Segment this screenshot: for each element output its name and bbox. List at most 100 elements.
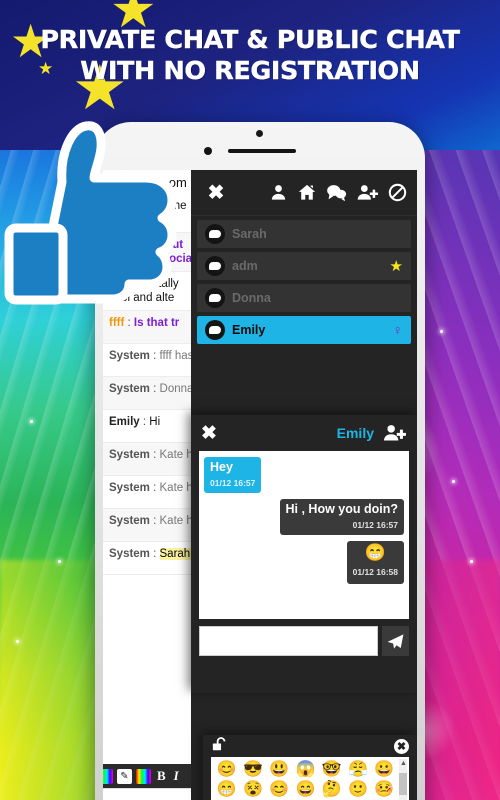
- private-chat-bubble-text: Hey: [210, 460, 233, 474]
- user-avatar-icon: [205, 320, 225, 340]
- home-icon[interactable]: [297, 183, 317, 202]
- private-chat-window: ✖ Emily Hey 01/12 16:57 Hi , How you doin?…: [191, 415, 417, 693]
- emoji-item[interactable]: 🤓: [319, 760, 344, 779]
- emoji-item[interactable]: 😀: [372, 760, 397, 779]
- italic-button[interactable]: I: [172, 768, 181, 784]
- color-picker-swatch[interactable]: [103, 768, 113, 784]
- emoji-item[interactable]: 😃: [267, 760, 292, 779]
- chat-message-sender: System: [109, 383, 150, 395]
- private-chat-bubble: Hey 01/12 16:57: [204, 457, 262, 493]
- chat-message-sender: ffff: [109, 317, 125, 329]
- private-chat-bubble: Hi , How you doin? 01/12 16:57: [279, 499, 404, 535]
- chat-message-text: Kate h: [159, 449, 193, 461]
- private-chat-toolbar: ✖ Emily: [191, 415, 417, 451]
- scroll-up-icon[interactable]: ▲: [400, 760, 407, 767]
- private-chat-bubble: 😁 01/12 16:58: [346, 541, 404, 584]
- emoji-picker-panel: ✖ 😊😎😃😱🤓😤😀😁😵😊😄🤔🙂🤒😋😝😆😉😎😘😗 ▲: [203, 735, 417, 800]
- chat-message-separator: :: [139, 416, 150, 428]
- add-friend-icon[interactable]: [382, 423, 407, 443]
- promo-banner-text: PRIVATE CHAT & PUBLIC CHAT WITH NO REGIS…: [0, 24, 500, 86]
- thumbs-up-icon: [4, 121, 177, 305]
- user-list-item-name: adm: [232, 259, 258, 273]
- sparkle-icon: [470, 560, 473, 563]
- user-avatar-icon: [205, 224, 225, 244]
- private-chat-input[interactable]: [199, 626, 378, 656]
- chat-message-sender: System: [109, 515, 150, 527]
- emoji-item[interactable]: 😊: [267, 780, 292, 799]
- private-chat-bubble-timestamp: 01/12 16:57: [210, 478, 256, 488]
- add-friend-icon[interactable]: [356, 183, 379, 202]
- user-list[interactable]: Sarah adm ★ Donna Emily ♀: [191, 216, 417, 344]
- chat-message-sender: System: [109, 350, 150, 362]
- emoji-item[interactable]: 🙂: [345, 780, 370, 799]
- promo-banner-line1: PRIVATE CHAT & PUBLIC CHAT: [40, 25, 460, 54]
- private-chat-bubble-text: 😁: [364, 543, 386, 562]
- emoji-item[interactable]: 😊: [214, 760, 239, 779]
- chat-message-sender: System: [109, 482, 150, 494]
- user-list-item[interactable]: Emily ♀: [197, 316, 411, 344]
- sparkle-icon: [58, 560, 61, 563]
- emoji-item[interactable]: 😵: [240, 780, 265, 799]
- chat-message-separator: :: [149, 482, 160, 494]
- private-chat-bubble-timestamp: 01/12 16:57: [352, 520, 398, 530]
- emoji-panel-header: ✖: [203, 735, 417, 757]
- background-color-swatch[interactable]: [136, 768, 151, 784]
- chat-message-text: ffff has: [159, 350, 194, 362]
- profile-icon[interactable]: [269, 183, 288, 202]
- block-icon[interactable]: [388, 183, 407, 202]
- user-list-item-name: Donna: [232, 291, 271, 305]
- private-chat-bubble-timestamp: 01/12 16:58: [352, 567, 398, 577]
- chat-message-separator: :: [124, 317, 134, 329]
- user-avatar-icon: [205, 288, 225, 308]
- chats-icon[interactable]: [326, 183, 347, 202]
- send-paper-plane-icon[interactable]: [382, 626, 409, 656]
- chat-message-sender: System: [109, 548, 150, 560]
- chat-message-sender: Emily: [109, 416, 140, 428]
- emoji-scrollbar[interactable]: ▲: [399, 759, 407, 800]
- private-chat-peer-name: Emily: [336, 425, 374, 441]
- chat-message-text: Hi: [149, 416, 161, 428]
- close-icon[interactable]: ✖: [201, 180, 231, 205]
- front-camera-icon: [256, 130, 263, 137]
- emoji-item[interactable]: 😁: [214, 780, 239, 799]
- bold-button[interactable]: B: [155, 768, 168, 784]
- emoji-item[interactable]: 🤔: [319, 780, 344, 799]
- user-avatar-icon: [205, 256, 225, 276]
- user-list-item[interactable]: Donna: [197, 284, 411, 312]
- emoji-item[interactable]: 😤: [345, 760, 370, 779]
- user-list-item[interactable]: Sarah: [197, 220, 411, 248]
- chat-message-text: Kate h: [159, 482, 193, 494]
- emoji-item[interactable]: 😱: [293, 760, 318, 779]
- edit-pen-icon[interactable]: ✎: [117, 768, 132, 784]
- user-panel-icon-group: [269, 183, 407, 202]
- emoji-item[interactable]: 🤒: [372, 780, 397, 799]
- user-list-item[interactable]: adm ★: [197, 252, 411, 280]
- sparkle-icon: [30, 420, 33, 423]
- emoji-grid[interactable]: 😊😎😃😱🤓😤😀😁😵😊😄🤔🙂🤒😋😝😆😉😎😘😗 ▲: [211, 757, 409, 800]
- close-icon[interactable]: ✖: [201, 422, 217, 445]
- close-icon[interactable]: ✖: [394, 738, 409, 754]
- sparkle-icon: [16, 640, 19, 643]
- emoji-item[interactable]: 😄: [293, 780, 318, 799]
- user-panel-toolbar: ✖: [191, 170, 417, 216]
- scrollbar-thumb[interactable]: [399, 773, 407, 795]
- chat-message-separator: :: [149, 515, 160, 527]
- chat-message-separator: :: [149, 383, 160, 395]
- chat-message-sender: System: [109, 449, 150, 461]
- promo-banner-line2: WITH NO REGISTRATION: [80, 56, 420, 85]
- chat-message-text: Is that tr: [133, 317, 180, 329]
- chat-message-separator: :: [149, 449, 160, 461]
- unlock-icon[interactable]: [211, 737, 227, 755]
- private-chat-input-row: [199, 626, 409, 656]
- proximity-sensor-icon: [204, 147, 212, 155]
- star-icon: ★: [389, 258, 403, 275]
- user-list-item-name: Emily: [232, 323, 266, 337]
- sparkle-icon: [440, 330, 443, 333]
- female-gender-icon: ♀: [392, 322, 404, 338]
- emoji-item[interactable]: 😎: [240, 760, 265, 779]
- chat-message-text: Donna: [159, 383, 194, 395]
- private-chat-messages[interactable]: Hey 01/12 16:57 Hi , How you doin? 01/12 16…: [199, 451, 409, 619]
- earpiece-speaker-icon: [228, 149, 296, 153]
- chat-message-separator: :: [149, 548, 160, 560]
- chat-message-separator: :: [149, 350, 160, 362]
